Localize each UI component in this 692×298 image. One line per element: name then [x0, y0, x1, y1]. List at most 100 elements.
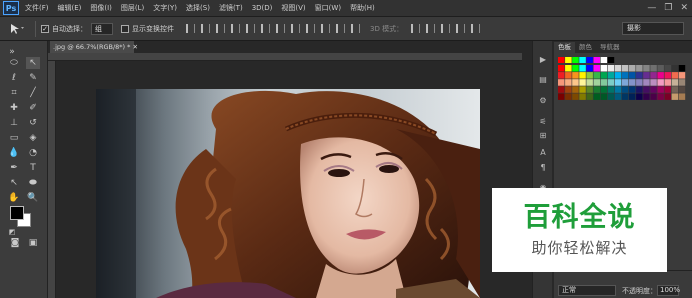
color-swatch[interactable] [579, 72, 586, 79]
color-swatch[interactable] [650, 65, 657, 72]
color-swatch[interactable] [671, 79, 679, 86]
color-swatch[interactable] [614, 65, 622, 72]
color-swatch[interactable] [629, 86, 636, 93]
color-swatch[interactable] [621, 79, 629, 86]
color-swatch[interactable] [636, 93, 643, 100]
color-swatch[interactable] [621, 93, 629, 100]
color-swatch[interactable] [671, 86, 679, 93]
history-brush-tool-icon[interactable]: ↺ [26, 117, 40, 129]
color-swatch[interactable] [629, 65, 636, 72]
color-swatch[interactable] [607, 93, 615, 100]
distribute-top-icon[interactable] [276, 24, 285, 33]
distribute-hcenter-icon[interactable] [336, 24, 345, 33]
menu-type[interactable]: 文字(Y) [153, 3, 177, 13]
align-right-icon[interactable] [261, 24, 270, 33]
align-vcenter-icon[interactable] [201, 24, 210, 33]
blur-tool-icon[interactable]: 💧 [7, 147, 21, 159]
color-swatch[interactable] [643, 79, 650, 86]
color-swatch[interactable] [579, 93, 586, 100]
color-swatch[interactable] [558, 72, 565, 79]
color-swatch[interactable] [579, 86, 586, 93]
menu-file[interactable]: 文件(F) [25, 3, 49, 13]
marquee-tool-icon[interactable]: ⬭ [7, 57, 21, 69]
color-swatch[interactable] [572, 93, 579, 100]
zoom-tool-icon[interactable]: 🔍 [26, 192, 40, 204]
color-swatch[interactable] [671, 93, 679, 100]
color-swatch[interactable] [572, 86, 579, 93]
color-swatch[interactable] [558, 93, 565, 100]
color-swatch[interactable] [664, 79, 672, 86]
align-left-icon[interactable] [231, 24, 240, 33]
color-swatch[interactable] [621, 72, 629, 79]
color-swatch[interactable] [643, 93, 650, 100]
color-swatch[interactable] [636, 86, 643, 93]
color-swatch[interactable] [600, 93, 608, 100]
auto-select-dropdown[interactable]: 组 [91, 22, 113, 35]
color-swatch[interactable] [572, 79, 579, 86]
color-swatch[interactable] [664, 65, 672, 72]
color-swatch[interactable] [593, 93, 601, 100]
color-swatch[interactable] [558, 65, 565, 72]
color-swatch[interactable] [671, 72, 679, 79]
color-swatch[interactable] [607, 65, 615, 72]
color-swatch[interactable] [600, 65, 608, 72]
color-swatch[interactable] [621, 86, 629, 93]
color-swatch[interactable] [621, 65, 629, 72]
healing-brush-tool-icon[interactable]: ✚ [7, 102, 21, 114]
minimize-button[interactable]: — [647, 2, 656, 14]
properties-icon[interactable]: ⚟ [538, 117, 548, 126]
recent-swatch[interactable] [558, 57, 565, 63]
color-swatch[interactable] [678, 86, 686, 93]
menu-filter[interactable]: 滤镜(T) [219, 3, 243, 13]
color-swatch[interactable] [629, 72, 636, 79]
3d-roll-icon[interactable] [426, 24, 436, 33]
color-swatch[interactable] [593, 86, 601, 93]
menu-select[interactable]: 选择(S) [186, 3, 210, 13]
3d-drag-icon[interactable] [441, 24, 451, 33]
path-select-tool-icon[interactable]: ↖ [7, 177, 21, 189]
shape-tool-icon[interactable]: ⬬ [26, 177, 40, 189]
tab-navigator[interactable]: 导航器 [596, 42, 624, 53]
color-swatch[interactable] [579, 79, 586, 86]
color-swatch[interactable] [586, 72, 593, 79]
menu-layer[interactable]: 图层(L) [121, 3, 144, 13]
document-tab[interactable]: .jpg @ 66.7%(RGB/8*) * ✕ [50, 41, 138, 53]
character-icon[interactable]: ¶ [538, 163, 548, 172]
color-swatch[interactable] [657, 72, 664, 79]
recent-swatch[interactable] [607, 57, 615, 63]
show-transform-checkbox[interactable] [121, 24, 129, 33]
color-swatch[interactable] [593, 79, 601, 86]
foreground-color-swatch[interactable] [10, 206, 24, 220]
color-swatch[interactable] [636, 79, 643, 86]
dodge-tool-icon[interactable]: ◔ [26, 147, 40, 159]
close-button[interactable]: ✕ [680, 2, 688, 14]
color-swatch[interactable] [629, 93, 636, 100]
distribute-left-icon[interactable] [321, 24, 330, 33]
eraser-tool-icon[interactable]: ▭ [7, 132, 21, 144]
blend-mode-dropdown[interactable]: 正常 [558, 285, 616, 296]
color-swatch[interactable] [657, 79, 664, 86]
vertical-ruler[interactable] [48, 61, 56, 298]
color-swatch[interactable] [565, 72, 572, 79]
recent-swatch[interactable] [565, 57, 572, 63]
color-swatch[interactable] [586, 86, 593, 93]
menu-window[interactable]: 窗口(W) [315, 3, 341, 13]
color-swatch[interactable] [614, 72, 622, 79]
menu-edit[interactable]: 编辑(E) [58, 3, 82, 13]
recent-swatch[interactable] [600, 57, 608, 63]
color-swatch[interactable] [678, 93, 686, 100]
color-swatch[interactable] [636, 72, 643, 79]
color-swatch[interactable] [657, 65, 664, 72]
menu-image[interactable]: 图像(I) [90, 3, 112, 13]
color-swatch[interactable] [678, 72, 686, 79]
move-tool-preset[interactable] [4, 20, 30, 38]
color-swatch[interactable] [614, 79, 622, 86]
distribute-right-icon[interactable] [351, 24, 360, 33]
color-swatch[interactable] [650, 79, 657, 86]
color-swatch[interactable] [650, 93, 657, 100]
color-swatch[interactable] [586, 93, 593, 100]
eyedropper-tool-icon[interactable]: ╱ [26, 87, 40, 99]
color-swatch[interactable] [607, 86, 615, 93]
color-swatch[interactable] [558, 79, 565, 86]
adjust-icon[interactable]: ⊞ [538, 131, 548, 140]
